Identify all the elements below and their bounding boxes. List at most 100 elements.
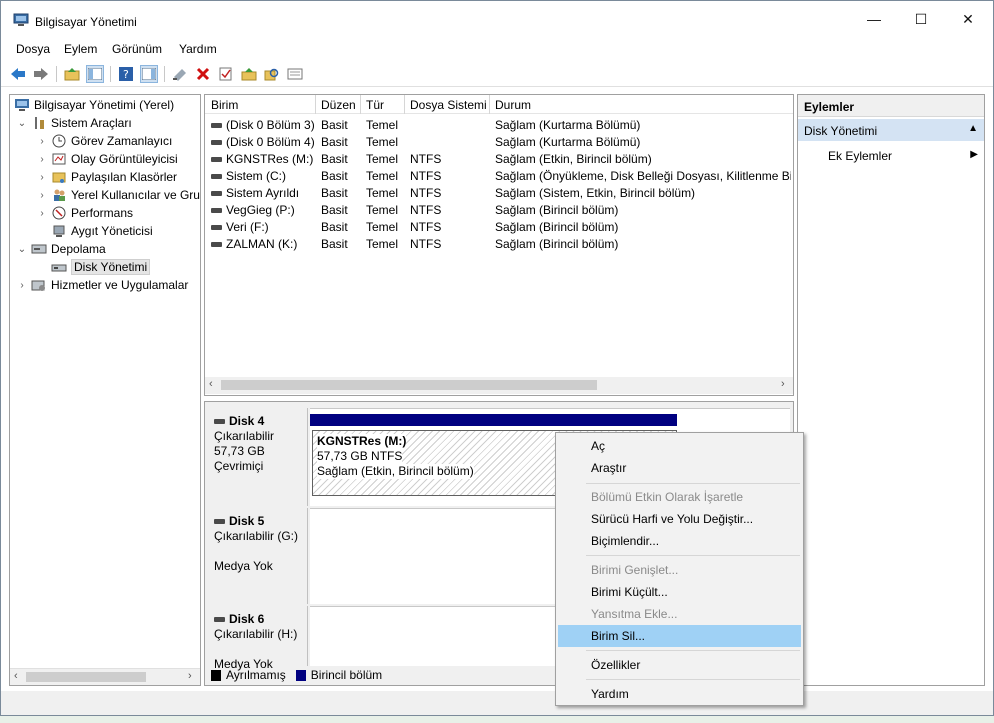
delete-icon[interactable] <box>194 65 212 83</box>
export-list-icon[interactable] <box>286 65 304 83</box>
tree-item-depolama[interactable]: ⌄ Depolama <box>16 240 106 258</box>
tree-item-olay-goruntuleyicisi[interactable]: › Olay Görüntüleyicisi <box>36 150 177 168</box>
menu-gorunum[interactable]: Görünüm <box>112 42 162 56</box>
volume-row[interactable]: Sistem Ayrıldı Basit Temel NTFS Sağlam (Sist… <box>205 184 793 201</box>
volume-cell: (Disk 0 Bölüm 3) <box>211 118 315 132</box>
volume-row[interactable]: (Disk 0 Bölüm 4) Basit Temel Sağlam (Kurtar… <box>205 133 793 150</box>
chevron-down-icon[interactable]: ⌄ <box>16 118 28 129</box>
tree-item-root[interactable]: Bilgisayar Yönetimi (Yerel) <box>14 96 174 114</box>
chevron-right-icon[interactable]: › <box>36 136 48 147</box>
maximize-button[interactable]: ☐ <box>898 1 944 37</box>
volume-row[interactable]: (Disk 0 Bölüm 3) Basit Temel Sağlam (Kurtar… <box>205 116 793 133</box>
up-folder-icon[interactable] <box>63 65 81 83</box>
menu-item-surucu-harfi[interactable]: Sürücü Harfi ve Yolu Değiştir... <box>558 508 801 530</box>
volume-row[interactable]: KGNSTRes (M:) Basit Temel NTFS Sağlam (Etkin… <box>205 150 793 167</box>
volume-cell: Sağlam (Etkin, Birincil bölüm) <box>495 152 652 166</box>
column-birim[interactable]: Birim <box>211 98 238 112</box>
help-icon[interactable]: ? <box>117 65 135 83</box>
tree-item-gorev-zamanlayici[interactable]: › Görev Zamanlayıcı <box>36 132 172 150</box>
back-icon[interactable] <box>9 65 27 83</box>
tree-item-disk-yonetimi[interactable]: Disk Yönetimi <box>36 258 151 276</box>
disk-6-label[interactable]: Disk 6 Çıkarılabilir (H:) Medya Yok <box>206 606 308 671</box>
window-title: Bilgisayar Yönetimi <box>35 15 137 29</box>
menu-item-yansitma-ekle: Yansıtma Ekle... <box>591 607 678 621</box>
storage-icon <box>31 241 47 257</box>
volume-cell: VegGieg (P:) <box>211 203 315 217</box>
volume-row[interactable]: Veri (F:) Basit Temel NTFS Sağlam (Birincil … <box>205 218 793 235</box>
menu-eylem[interactable]: Eylem <box>64 42 97 56</box>
tree-item-aygit-yoneticisi[interactable]: Aygıt Yöneticisi <box>36 222 153 240</box>
tree-horizontal-scrollbar[interactable]: ‹ › <box>10 668 200 685</box>
shared-folder-icon <box>51 169 67 185</box>
console-tree-icon[interactable] <box>86 65 104 83</box>
chevron-right-icon[interactable]: › <box>36 172 48 183</box>
volume-row[interactable]: Sistem (C:) Basit Temel NTFS Sağlam (Önyükle… <box>205 167 793 184</box>
column-duzen[interactable]: Düzen <box>321 98 356 112</box>
column-dosya-sistemi[interactable]: Dosya Sistemi <box>410 98 487 112</box>
chevron-right-icon[interactable]: › <box>16 280 28 291</box>
tree-item-yerel-kullanicilar[interactable]: › Yerel Kullanıcılar ve Gru <box>36 186 200 204</box>
disk-5-label[interactable]: Disk 5 Çıkarılabilir (G:) Medya Yok <box>206 508 308 604</box>
volume-cell: Temel <box>366 220 399 234</box>
scroll-right-icon[interactable]: › <box>781 378 785 390</box>
chevron-right-icon[interactable]: › <box>36 208 48 219</box>
menu-yardim[interactable]: Yardım <box>179 42 217 56</box>
action-pane-icon[interactable] <box>140 65 158 83</box>
volume-cell: Basit <box>321 135 348 149</box>
submenu-arrow-icon: ▶ <box>970 149 978 160</box>
chevron-right-icon[interactable]: › <box>36 154 48 165</box>
volume-row[interactable]: ZALMAN (K:) Basit Temel NTFS Sağlam (Birinci… <box>205 235 793 252</box>
volume-cell: Sağlam (Birincil bölüm) <box>495 203 619 217</box>
event-viewer-icon <box>51 151 67 167</box>
volume-row[interactable]: VegGieg (P:) Basit Temel NTFS Sağlam (Birinc… <box>205 201 793 218</box>
menu-item-birim-sil[interactable]: Birim Sil... <box>558 625 801 647</box>
properties-icon[interactable] <box>217 65 235 83</box>
chevron-right-icon[interactable]: › <box>36 190 48 201</box>
volume-cell: NTFS <box>410 169 442 183</box>
tree-item-sistem-araclari[interactable]: ⌄ Sistem Araçları <box>16 114 132 132</box>
collapse-up-icon[interactable]: ▲ <box>968 123 978 134</box>
column-durum[interactable]: Durum <box>495 98 531 112</box>
close-button[interactable]: ✕ <box>945 1 991 37</box>
scroll-right-icon[interactable]: › <box>188 670 192 682</box>
volume-cell: (Disk 0 Bölüm 4) <box>211 135 315 149</box>
tree-item-paylasilan-klasorler[interactable]: › Paylaşılan Klasörler <box>36 168 177 186</box>
search-icon[interactable] <box>263 65 281 83</box>
menu-item-ozellikler[interactable]: Özellikler <box>558 654 801 676</box>
volume-drive-icon <box>211 191 222 197</box>
scrollbar-thumb[interactable] <box>221 380 597 390</box>
menu-item-bicimlendir[interactable]: Biçimlendir... <box>558 530 801 552</box>
refresh-icon[interactable] <box>240 65 258 83</box>
menu-item-ac[interactable]: Aç <box>558 435 801 457</box>
volume-cell: Basit <box>321 203 348 217</box>
disk-4-label[interactable]: Disk 4 Çıkarılabilir 57,73 GB Çevrimiçi <box>206 408 308 506</box>
tree-item-performans[interactable]: › Performans <box>36 204 133 222</box>
minimize-button[interactable]: — <box>851 1 897 37</box>
volume-list-horizontal-scrollbar[interactable]: ‹ › <box>205 377 793 394</box>
volume-cell: Temel <box>366 237 399 251</box>
tree-item-hizmetler[interactable]: › Hizmetler ve Uygulamalar <box>16 276 188 294</box>
menu-dosya[interactable]: Dosya <box>16 42 50 56</box>
volume-cell: NTFS <box>410 203 442 217</box>
scroll-left-icon[interactable]: ‹ <box>209 378 213 390</box>
menu-item-bolumu-etkin: Bölümü Etkin Olarak İşaretle <box>591 490 744 504</box>
volume-drive-icon <box>211 225 222 231</box>
chevron-down-icon[interactable]: ⌄ <box>16 244 28 255</box>
menu-item-birimi-kucult[interactable]: Birimi Küçült... <box>558 581 801 603</box>
connect-icon[interactable] <box>171 65 189 83</box>
actions-more[interactable]: Ek Eylemler ▶ <box>798 146 984 166</box>
toolbar: ? <box>1 61 993 87</box>
actions-section-disk-yonetimi[interactable]: Disk Yönetimi ▲ <box>798 119 984 141</box>
volume-cell: KGNSTRes (M:) <box>211 152 315 166</box>
legend-swatch-primary <box>295 669 306 681</box>
forward-icon[interactable] <box>32 65 50 83</box>
volume-cell: Temel <box>366 169 399 183</box>
scroll-left-icon[interactable]: ‹ <box>14 670 18 682</box>
legend: Ayrılmamış Birincil bölüm <box>211 668 382 682</box>
menu-item-arastir[interactable]: Araştır <box>558 457 801 479</box>
volume-cell: Temel <box>366 118 399 132</box>
scrollbar-thumb[interactable] <box>26 672 146 682</box>
column-tur[interactable]: Tür <box>366 98 384 112</box>
volume-cell: Sistem (C:) <box>211 169 315 183</box>
menu-item-yardim[interactable]: Yardım <box>558 683 801 705</box>
